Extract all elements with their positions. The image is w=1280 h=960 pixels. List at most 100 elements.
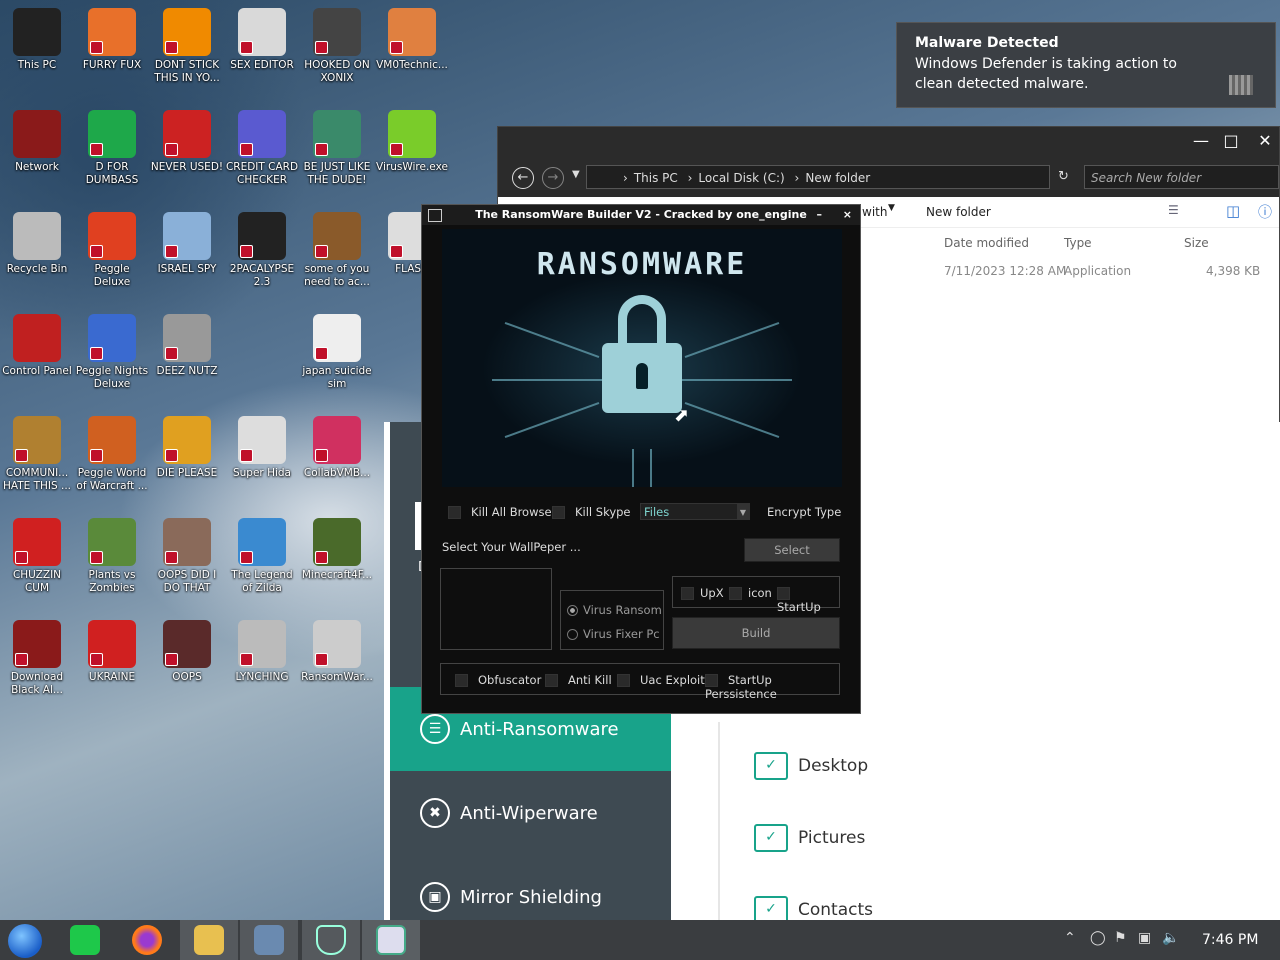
anti-kill-checkbox[interactable]: Anti Kill	[545, 673, 612, 687]
help-icon[interactable]: ⓘ	[1258, 202, 1272, 222]
desktop-icon[interactable]: CollabVMB...	[300, 416, 374, 480]
desktop-icon[interactable]: japan suicide sim	[300, 314, 374, 391]
select-wallpaper-button[interactable]: Select	[744, 538, 840, 562]
desktop-icon[interactable]: RansomWar...	[300, 620, 374, 684]
close-icon[interactable]: ✕	[1250, 131, 1280, 150]
open-with-button[interactable]: with	[862, 205, 887, 219]
start-button[interactable]	[0, 920, 58, 960]
kill-all-browser-checkbox[interactable]: Kill All Browser	[448, 505, 556, 519]
desktop-icon[interactable]: Peggle Nights Deluxe	[75, 314, 149, 391]
uac-exploit-checkbox[interactable]: Uac Exploit	[617, 673, 705, 687]
desktop-icon[interactable]: DIE PLEASE	[150, 416, 224, 480]
desktop-icon[interactable]: OOPS	[150, 620, 224, 684]
desktop-icon-label: NEVER USED!	[150, 161, 224, 173]
desktop-icon[interactable]: DEEZ NUTZ	[150, 314, 224, 378]
desktop-icon[interactable]: Network	[0, 110, 74, 174]
desktop-icon[interactable]: UKRAINE	[75, 620, 149, 684]
desktop-icon[interactable]: COMMUNI... HATE THIS ...	[0, 416, 74, 493]
desktop-icon[interactable]: D FOR DUMBASS	[75, 110, 149, 187]
taskbar-app-firefox[interactable]	[118, 920, 176, 960]
desktop-icon[interactable]: 2PACALYPSE 2.3	[225, 212, 299, 289]
shortcut-arrow-icon	[165, 143, 178, 156]
firefox-icon	[132, 925, 162, 955]
desktop-icon[interactable]: Minecraft4F...	[300, 518, 374, 582]
ransomware-banner: RANSOMWARE ⬈	[442, 229, 842, 487]
circuit-line	[504, 401, 600, 439]
taskbar-app-security[interactable]	[302, 920, 360, 960]
path-new-folder[interactable]: New folder	[805, 171, 870, 185]
desktop-icon[interactable]: ISRAEL SPY	[150, 212, 224, 276]
upx-checkbox[interactable]: UpX	[681, 586, 724, 600]
obfuscator-checkbox[interactable]: Obfuscator	[455, 673, 541, 687]
desktop-icon-label: Super Hida	[232, 467, 291, 479]
new-folder-button[interactable]: New folder	[926, 205, 991, 219]
taskbar-app-notes[interactable]	[56, 920, 114, 960]
malware-toast[interactable]: Malware Detected Windows Defender is tak…	[896, 22, 1276, 108]
shortcut-arrow-icon	[240, 245, 253, 258]
minimize-icon[interactable]: —	[1186, 131, 1216, 150]
startup-checkbox[interactable]: StartUp	[777, 586, 839, 614]
desktop-icon[interactable]: Download Black Al...	[0, 620, 74, 697]
desktop-icon[interactable]: SEX EDITOR	[225, 8, 299, 72]
refresh-icon[interactable]: ↻	[1058, 169, 1069, 184]
back-arrow-icon[interactable]: ←	[512, 167, 534, 189]
virus-fixer-radio[interactable]: Virus Fixer Pc	[567, 627, 660, 641]
column-type[interactable]: Type	[1064, 236, 1092, 250]
desktop-icon[interactable]: Control Panel	[0, 314, 74, 378]
desktop-icon[interactable]: Super Hida	[225, 416, 299, 480]
taskbar-app-builder[interactable]	[240, 920, 298, 960]
taskbar-app-window[interactable]	[362, 920, 420, 960]
column-date[interactable]: Date modified	[944, 236, 1029, 250]
preview-pane-icon[interactable]: ◫	[1226, 202, 1240, 220]
kill-skype-checkbox[interactable]: Kill Skype	[552, 505, 631, 519]
icon-checkbox[interactable]: icon	[729, 586, 772, 600]
chevron-up-icon[interactable]: ⌃	[1064, 930, 1076, 946]
desktop-icon[interactable]: Recycle Bin	[0, 212, 74, 276]
desktop-icon[interactable]: some of you need to ac...	[300, 212, 374, 289]
flag-icon[interactable]: ⚑	[1114, 930, 1127, 946]
desktop-icon[interactable]: Peggle World of Warcraft ...	[75, 416, 149, 493]
desktop-icon[interactable]: LYNCHING	[225, 620, 299, 684]
virus-ransom-radio[interactable]: Virus Ransom	[567, 603, 662, 617]
desktop-icon[interactable]: HOOKED ON XONIX	[300, 8, 374, 85]
path-sep-icon: ›	[687, 171, 693, 185]
clock[interactable]: 7:46 PM	[1202, 932, 1258, 948]
view-options-icon[interactable]: ☰	[1168, 203, 1179, 217]
shortcut-arrow-icon	[240, 41, 253, 54]
desktop-icon[interactable]: The Legend of Zilda	[225, 518, 299, 595]
close-icon[interactable]: ×	[843, 205, 852, 225]
startup-persistence-checkbox[interactable]: StartUp Perssistence	[705, 673, 839, 701]
desktop-icon[interactable]: CREDIT CARD CHECKER	[225, 110, 299, 187]
desktop-icon[interactable]: Plants vs Zombies	[75, 518, 149, 595]
recent-dropdown-icon[interactable]: ▼	[572, 169, 580, 180]
desktop-icon[interactable]: VirusWire.exe	[375, 110, 449, 174]
maximize-icon[interactable]: □	[1216, 131, 1246, 150]
security-tray-icon[interactable]: ◯	[1090, 930, 1106, 946]
desktop-icon[interactable]: CHUZZIN CUM	[0, 518, 74, 595]
protected-folder-desktop[interactable]: ✓ Desktop	[754, 752, 868, 780]
search-input[interactable]: Search New folder	[1084, 165, 1279, 189]
network-icon[interactable]: ▣	[1138, 930, 1151, 946]
desktop-icon[interactable]: This PC	[0, 8, 74, 72]
desktop-icon[interactable]: FURRY FUX	[75, 8, 149, 72]
sidebar-item-anti-ransomware[interactable]: ☰ Anti-Ransomware	[420, 714, 619, 744]
volume-icon[interactable]: 🔈	[1162, 930, 1179, 946]
encrypt-type-select[interactable]: Files ▼	[640, 503, 750, 520]
desktop-icon[interactable]: DONT STICK THIS IN YO...	[150, 8, 224, 85]
protected-folder-pictures[interactable]: ✓ Pictures	[754, 824, 865, 852]
sidebar-item-mirror-shielding[interactable]: ▣ Mirror Shielding	[420, 882, 602, 912]
taskbar-app-explorer[interactable]	[180, 920, 238, 960]
desktop-icon[interactable]: BE JUST LIKE THE DUDE!	[300, 110, 374, 187]
column-size[interactable]: Size	[1184, 236, 1209, 250]
desktop-icon[interactable]: VM0Technic...	[375, 8, 449, 72]
forward-arrow-icon[interactable]: →	[542, 167, 564, 189]
build-button[interactable]: Build	[672, 617, 840, 649]
desktop-icon[interactable]: NEVER USED!	[150, 110, 224, 174]
desktop-icon[interactable]: Peggle Deluxe	[75, 212, 149, 289]
path-local-disk[interactable]: Local Disk (C:)	[698, 171, 784, 185]
minimize-icon[interactable]: –	[817, 205, 823, 225]
address-bar[interactable]: › This PC › Local Disk (C:) › New folder	[586, 165, 1050, 189]
desktop-icon[interactable]: OOPS DID I DO THAT	[150, 518, 224, 595]
sidebar-item-anti-wiperware[interactable]: ✖ Anti-Wiperware	[420, 798, 598, 828]
path-this-pc[interactable]: This PC	[634, 171, 678, 185]
